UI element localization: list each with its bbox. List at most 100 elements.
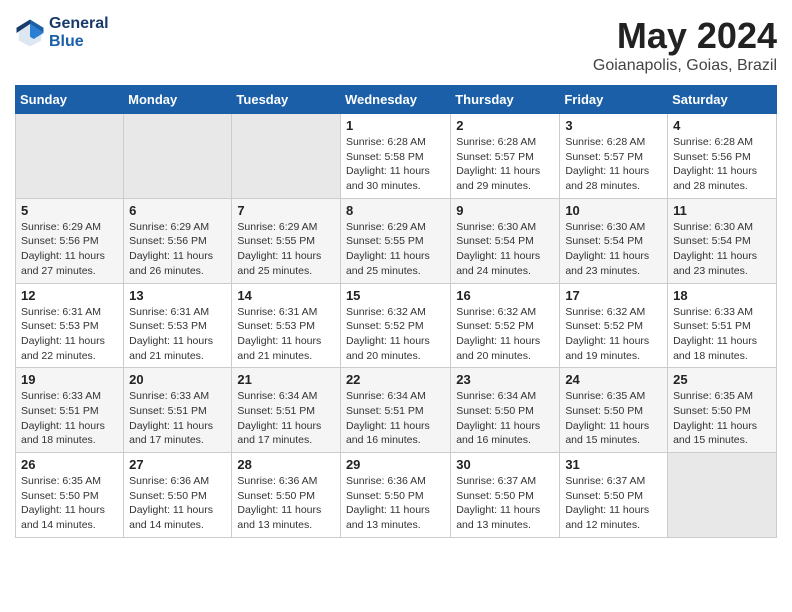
day-number: 13 [129,288,226,303]
day-info: Sunrise: 6:32 AM Sunset: 5:52 PM Dayligh… [456,305,554,364]
day-number: 24 [565,372,662,387]
day-number: 20 [129,372,226,387]
calendar-cell: 29 Sunrise: 6:36 AM Sunset: 5:50 PM Dayli… [340,453,450,538]
calendar-cell [124,114,232,199]
day-number: 29 [346,457,445,472]
calendar-cell: 28 Sunrise: 6:36 AM Sunset: 5:50 PM Dayli… [232,453,341,538]
day-info: Sunrise: 6:36 AM Sunset: 5:50 PM Dayligh… [237,474,335,533]
calendar-cell: 19Sunrise: 6:33 AM Sunset: 5:51 PM Dayli… [16,368,124,453]
calendar-cell: 30Sunrise: 6:37 AM Sunset: 5:50 PM Dayli… [451,453,560,538]
calendar-cell [668,453,777,538]
calendar-table: SundayMondayTuesdayWednesdayThursdayFrid… [15,85,777,538]
calendar-cell: 12 Sunrise: 6:31 AM Sunset: 5:53 PM Dayli… [16,283,124,368]
calendar-header: SundayMondayTuesdayWednesdayThursdayFrid… [16,86,777,114]
calendar-cell [16,114,124,199]
calendar-week-1: 1 Sunrise: 6:28 AM Sunset: 5:58 PM Daylig… [16,114,777,199]
location: Goianapolis, Goias, Brazil [593,57,777,75]
day-number: 8 [346,203,445,218]
calendar-cell: 8 Sunrise: 6:29 AM Sunset: 5:55 PM Daylig… [340,198,450,283]
calendar-cell: 1 Sunrise: 6:28 AM Sunset: 5:58 PM Daylig… [340,114,450,199]
day-info: Sunrise: 6:32 AM Sunset: 5:52 PM Dayligh… [565,305,662,364]
day-number: 15 [346,288,445,303]
calendar-cell: 14Sunrise: 6:31 AM Sunset: 5:53 PM Dayli… [232,283,341,368]
day-number: 22 [346,372,445,387]
day-number: 4 [673,118,771,133]
day-number: 7 [237,203,335,218]
calendar-week-3: 12 Sunrise: 6:31 AM Sunset: 5:53 PM Dayli… [16,283,777,368]
day-number: 9 [456,203,554,218]
page-header: General Blue May 2024 Goianapolis, Goias… [15,15,777,75]
day-info: Sunrise: 6:34 AM Sunset: 5:51 PM Dayligh… [237,389,335,448]
day-number: 11 [673,203,771,218]
day-info: Sunrise: 6:29 AM Sunset: 5:56 PM Dayligh… [21,220,118,279]
day-number: 16 [456,288,554,303]
calendar-cell: 4 Sunrise: 6:28 AM Sunset: 5:56 PM Daylig… [668,114,777,199]
day-info: Sunrise: 6:31 AM Sunset: 5:53 PM Dayligh… [129,305,226,364]
day-info: Sunrise: 6:31 AM Sunset: 5:53 PM Dayligh… [237,305,335,364]
day-info: Sunrise: 6:33 AM Sunset: 5:51 PM Dayligh… [129,389,226,448]
day-number: 10 [565,203,662,218]
day-info: Sunrise: 6:30 AM Sunset: 5:54 PM Dayligh… [565,220,662,279]
calendar-cell: 16 Sunrise: 6:32 AM Sunset: 5:52 PM Dayli… [451,283,560,368]
calendar-week-4: 19 Sunrise: 6:33 AM Sunset: 5:51 PM Dayli… [16,368,777,453]
day-number: 28 [237,457,335,472]
day-number: 1 [346,118,445,133]
weekday-header-monday: Monday [124,86,232,114]
day-info: Sunrise: 6:28 AM Sunset: 5:57 PM Dayligh… [565,135,662,194]
day-info: Sunrise: 6:34 AM Sunset: 5:50 PM Dayligh… [456,389,554,448]
calendar-cell: 15 Sunrise: 6:32 AM Sunset: 5:52 PM Dayli… [340,283,450,368]
weekday-header-friday: Friday [560,86,668,114]
day-info: Sunrise: 6:32 AM Sunset: 5:52 PM Dayligh… [346,305,445,364]
day-info: Sunrise: 6:30 AM Sunset: 5:54 PM Dayligh… [673,220,771,279]
logo-text: General Blue [49,15,109,50]
calendar-cell: 3 Sunrise: 6:28 AM Sunset: 5:57 PM Daylig… [560,114,668,199]
calendar-cell: 31 Sunrise: 6:37 AM Sunset: 5:50 PM Dayli… [560,453,668,538]
day-info: Sunrise: 6:35 AM Sunset: 5:50 PM Dayligh… [673,389,771,448]
month-title: May 2024 [593,15,777,57]
calendar-cell: 24Sunrise: 6:35 AM Sunset: 5:50 PM Dayli… [560,368,668,453]
calendar-cell: 7Sunrise: 6:29 AM Sunset: 5:55 PM Daylig… [232,198,341,283]
weekday-header-sunday: Sunday [16,86,124,114]
day-info: Sunrise: 6:28 AM Sunset: 5:56 PM Dayligh… [673,135,771,194]
day-number: 18 [673,288,771,303]
day-info: Sunrise: 6:36 AM Sunset: 5:50 PM Dayligh… [346,474,445,533]
day-number: 12 [21,288,118,303]
day-info: Sunrise: 6:29 AM Sunset: 5:55 PM Dayligh… [346,220,445,279]
calendar-cell: 27 Sunrise: 6:36 AM Sunset: 5:50 PM Dayli… [124,453,232,538]
day-number: 27 [129,457,226,472]
day-number: 19 [21,372,118,387]
calendar-cell: 25 Sunrise: 6:35 AM Sunset: 5:50 PM Dayli… [668,368,777,453]
day-info: Sunrise: 6:30 AM Sunset: 5:54 PM Dayligh… [456,220,554,279]
calendar-cell: 10 Sunrise: 6:30 AM Sunset: 5:54 PM Dayli… [560,198,668,283]
calendar-body: 1 Sunrise: 6:28 AM Sunset: 5:58 PM Daylig… [16,114,777,538]
weekday-header-row: SundayMondayTuesdayWednesdayThursdayFrid… [16,86,777,114]
weekday-header-tuesday: Tuesday [232,86,341,114]
day-number: 30 [456,457,554,472]
day-info: Sunrise: 6:31 AM Sunset: 5:53 PM Dayligh… [21,305,118,364]
calendar-cell: 13 Sunrise: 6:31 AM Sunset: 5:53 PM Dayli… [124,283,232,368]
day-number: 21 [237,372,335,387]
day-info: Sunrise: 6:36 AM Sunset: 5:50 PM Dayligh… [129,474,226,533]
calendar-cell: 6Sunrise: 6:29 AM Sunset: 5:56 PM Daylig… [124,198,232,283]
day-info: Sunrise: 6:35 AM Sunset: 5:50 PM Dayligh… [21,474,118,533]
day-info: Sunrise: 6:28 AM Sunset: 5:58 PM Dayligh… [346,135,445,194]
day-number: 26 [21,457,118,472]
day-number: 6 [129,203,226,218]
calendar-cell: 17Sunrise: 6:32 AM Sunset: 5:52 PM Dayli… [560,283,668,368]
weekday-header-saturday: Saturday [668,86,777,114]
day-number: 2 [456,118,554,133]
logo-icon [15,18,45,48]
day-number: 3 [565,118,662,133]
calendar-cell: 23 Sunrise: 6:34 AM Sunset: 5:50 PM Dayli… [451,368,560,453]
title-block: May 2024 Goianapolis, Goias, Brazil [593,15,777,75]
weekday-header-thursday: Thursday [451,86,560,114]
calendar-cell: 21 Sunrise: 6:34 AM Sunset: 5:51 PM Dayli… [232,368,341,453]
calendar-cell: 5Sunrise: 6:29 AM Sunset: 5:56 PM Daylig… [16,198,124,283]
day-info: Sunrise: 6:34 AM Sunset: 5:51 PM Dayligh… [346,389,445,448]
weekday-header-wednesday: Wednesday [340,86,450,114]
calendar-cell: 26 Sunrise: 6:35 AM Sunset: 5:50 PM Dayli… [16,453,124,538]
day-number: 25 [673,372,771,387]
day-info: Sunrise: 6:37 AM Sunset: 5:50 PM Dayligh… [565,474,662,533]
day-number: 31 [565,457,662,472]
day-number: 23 [456,372,554,387]
